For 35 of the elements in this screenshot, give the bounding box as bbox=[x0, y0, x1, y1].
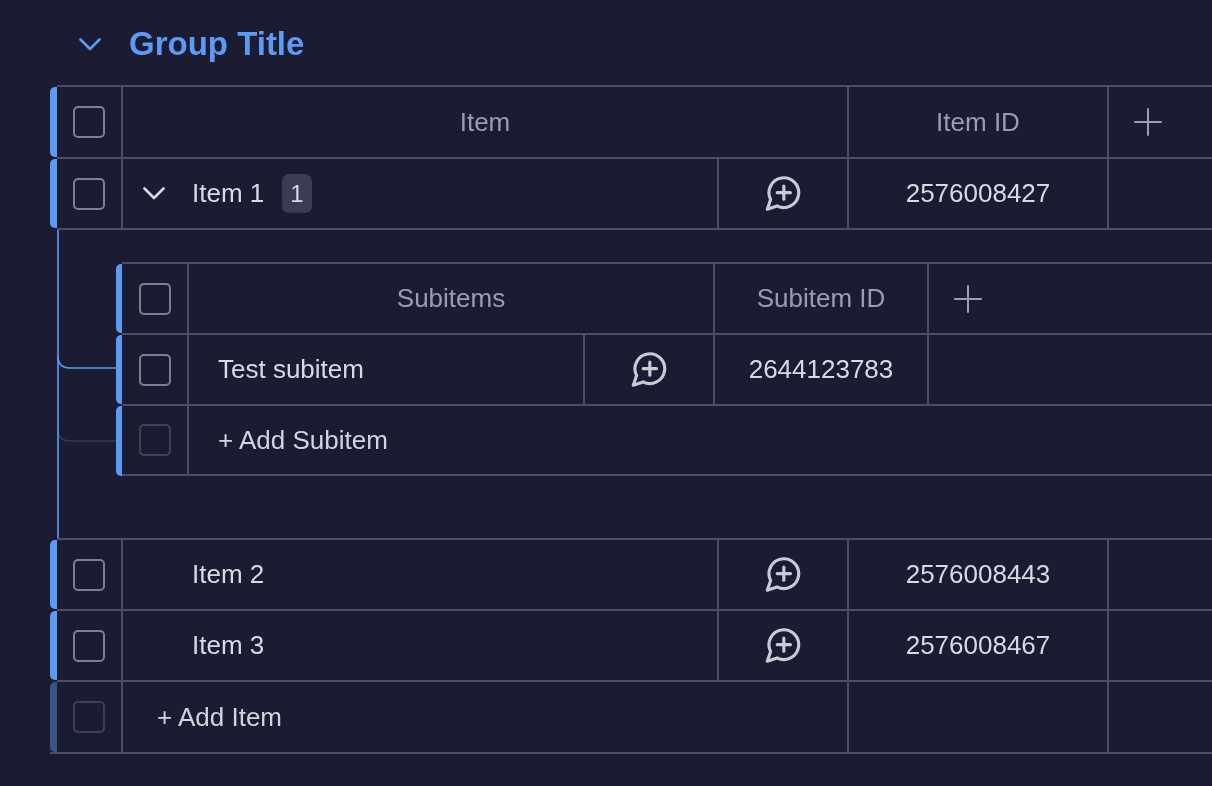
item-id-cell: 2576008427 bbox=[849, 159, 1109, 228]
subitem-name[interactable]: Test subitem bbox=[218, 350, 364, 389]
row-color-bar bbox=[50, 87, 57, 157]
item-name[interactable]: Item 3 bbox=[192, 626, 265, 665]
item-name[interactable]: Item 1 bbox=[192, 174, 265, 213]
chat-bubble-plus-icon[interactable] bbox=[764, 175, 802, 212]
row-color-bar bbox=[50, 611, 57, 680]
item-id-cell: 2576008443 bbox=[849, 540, 1109, 609]
row-color-bar bbox=[50, 682, 57, 752]
item-name[interactable]: Item 2 bbox=[192, 555, 265, 594]
column-header: Subitems bbox=[189, 264, 715, 333]
subitem-id-cell: 2644123783 bbox=[715, 335, 929, 404]
chevron-down-icon[interactable] bbox=[79, 37, 101, 51]
item-id-cell: 2576008467 bbox=[849, 611, 1109, 680]
checkbox[interactable] bbox=[73, 106, 105, 138]
column-header: Item bbox=[123, 87, 849, 157]
checkbox[interactable] bbox=[73, 177, 105, 210]
row-color-bar bbox=[50, 540, 57, 609]
plus-icon[interactable] bbox=[954, 284, 982, 313]
checkbox[interactable] bbox=[138, 282, 171, 315]
column-header: Subitem ID bbox=[715, 264, 929, 333]
row-color-bar bbox=[116, 335, 122, 404]
group-title[interactable]: Group Title bbox=[129, 19, 305, 69]
chat-bubble-plus-icon[interactable] bbox=[630, 351, 668, 388]
row-color-bar bbox=[116, 264, 122, 333]
plus-icon[interactable] bbox=[1134, 108, 1162, 136]
chat-bubble-plus-icon[interactable] bbox=[764, 627, 802, 664]
row-color-bar bbox=[116, 406, 122, 476]
subitem-count-badge: 1 bbox=[282, 174, 312, 213]
checkbox[interactable] bbox=[138, 353, 171, 386]
checkbox[interactable] bbox=[73, 558, 105, 591]
column-header: Item ID bbox=[849, 87, 1109, 157]
chat-bubble-plus-icon[interactable] bbox=[764, 556, 802, 593]
checkbox[interactable] bbox=[73, 629, 105, 662]
row-color-bar bbox=[50, 159, 57, 228]
